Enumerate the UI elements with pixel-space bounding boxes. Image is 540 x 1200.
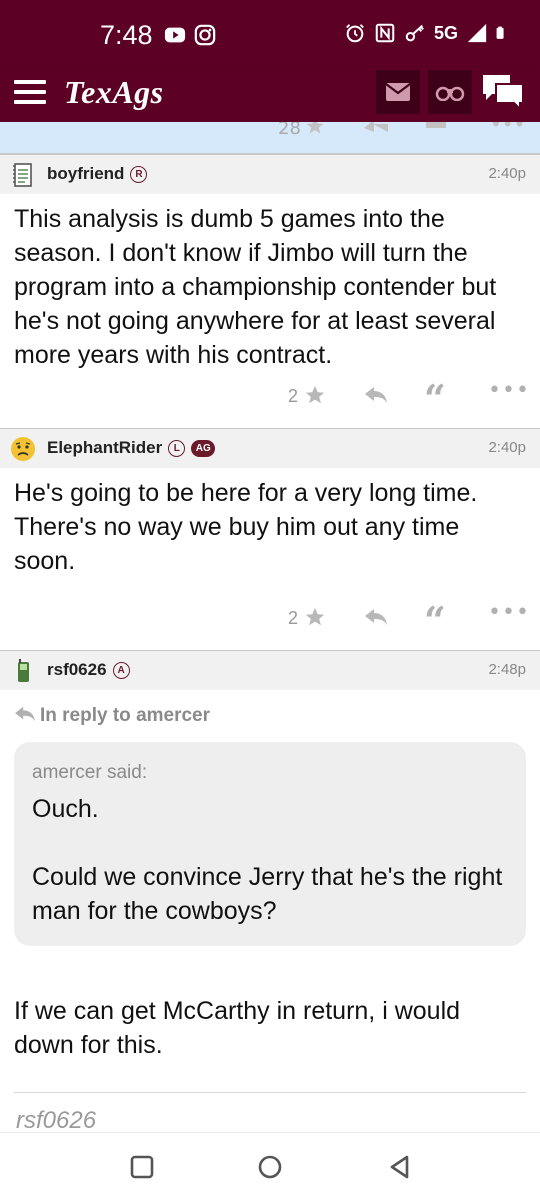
menu-icon[interactable]: [14, 80, 46, 106]
reply-icon[interactable]: [364, 385, 388, 405]
badge-r: R: [130, 166, 148, 184]
network-label: 5G: [433, 22, 458, 43]
post: ElephantRider L AG 2:40p He's going to be …: [0, 428, 540, 650]
post-actions: 2 “ •••: [0, 594, 540, 650]
quote-line-1: Ouch.: [32, 795, 99, 823]
watch-button[interactable]: [428, 70, 472, 114]
post-body: This analysis is dumb 5 games into the s…: [14, 205, 497, 369]
star-count: 2: [288, 386, 299, 406]
home-icon[interactable]: [256, 1153, 284, 1181]
phone-avatar-icon: [18, 659, 29, 682]
battery-icon: [496, 26, 504, 39]
reply-icon[interactable]: [364, 122, 388, 132]
badge-a: A: [112, 662, 130, 680]
quote-icon[interactable]: “: [424, 602, 446, 640]
previous-star-count: 28: [278, 122, 301, 139]
username-text[interactable]: ElephantRider: [47, 438, 162, 457]
badge-l: L: [168, 440, 186, 458]
previous-post-actions: 28 •••: [0, 122, 540, 154]
reply-icon[interactable]: [364, 607, 388, 627]
notepad-avatar-icon: [13, 163, 32, 187]
key-icon: [405, 24, 424, 42]
more-icon[interactable]: •••: [488, 378, 530, 403]
reply-arrow-icon: [15, 706, 35, 722]
mail-button[interactable]: [376, 70, 420, 114]
thread-content: 28 ••• boyfriend R 2:40p This analysis is…: [0, 122, 540, 1132]
more-icon[interactable]: •••: [488, 600, 530, 625]
post-header: boyfriend R 2:40p: [0, 154, 540, 194]
username-text[interactable]: rsf0626: [47, 660, 107, 679]
in-reply-link[interactable]: In reply to amercer: [0, 690, 540, 742]
star-icon[interactable]: [304, 606, 326, 628]
quote-icon[interactable]: [426, 122, 446, 128]
binoculars-icon: [435, 86, 465, 101]
username[interactable]: boyfriend R: [47, 164, 148, 184]
signal-icon: [467, 23, 487, 43]
more-icon[interactable]: •••: [490, 122, 525, 136]
post-time: 2:40p: [488, 439, 526, 456]
post-body: He's going to be here for a very long ti…: [14, 479, 478, 575]
quote-line-2: Could we convince Jerry that he's the ri…: [32, 863, 503, 925]
nfc-icon: [375, 23, 395, 43]
star-icon[interactable]: [304, 384, 326, 406]
signature: rsf0626: [16, 1107, 97, 1132]
post-time: 2:48p: [488, 661, 526, 678]
recents-icon[interactable]: [128, 1153, 156, 1181]
back-icon[interactable]: [386, 1153, 414, 1181]
quote-author: amercer said:: [32, 762, 148, 783]
app-header: TexAgs: [0, 68, 540, 122]
post-actions: 2 “ •••: [0, 372, 540, 428]
post-header: rsf0626 A 2:48p: [0, 650, 540, 690]
chat-icon[interactable]: [480, 72, 526, 112]
worried-face-avatar-icon: [11, 437, 35, 461]
status-bar: 7:48 5G: [0, 0, 540, 68]
system-nav-bar: [0, 1132, 540, 1200]
instagram-icon: [194, 24, 216, 46]
username[interactable]: rsf0626 A: [47, 660, 130, 680]
post-time: 2:40p: [488, 165, 526, 182]
post-header: ElephantRider L AG 2:40p: [0, 428, 540, 468]
site-logo[interactable]: TexAgs: [64, 74, 164, 111]
in-reply-text[interactable]: In reply to amercer: [40, 705, 210, 727]
quote-icon[interactable]: “: [424, 380, 446, 418]
star-icon[interactable]: [304, 122, 326, 136]
status-time: 7:48: [100, 20, 153, 50]
post-body: If we can get McCarthy in return, i woul…: [14, 997, 461, 1059]
username-text[interactable]: boyfriend: [47, 164, 124, 183]
post: rsf0626 A 2:48p In reply to amercer amerc…: [0, 650, 540, 1132]
mail-icon: [385, 83, 411, 101]
username[interactable]: ElephantRider L AG: [47, 438, 216, 458]
post: boyfriend R 2:40p This analysis is dumb 5…: [0, 154, 540, 428]
alarm-icon: [346, 24, 364, 43]
badge-ag: AG: [191, 440, 216, 458]
star-count: 2: [288, 608, 299, 628]
quote-block: amercer said: Ouch. Could we convince Je…: [14, 742, 526, 946]
youtube-icon: [164, 27, 186, 43]
